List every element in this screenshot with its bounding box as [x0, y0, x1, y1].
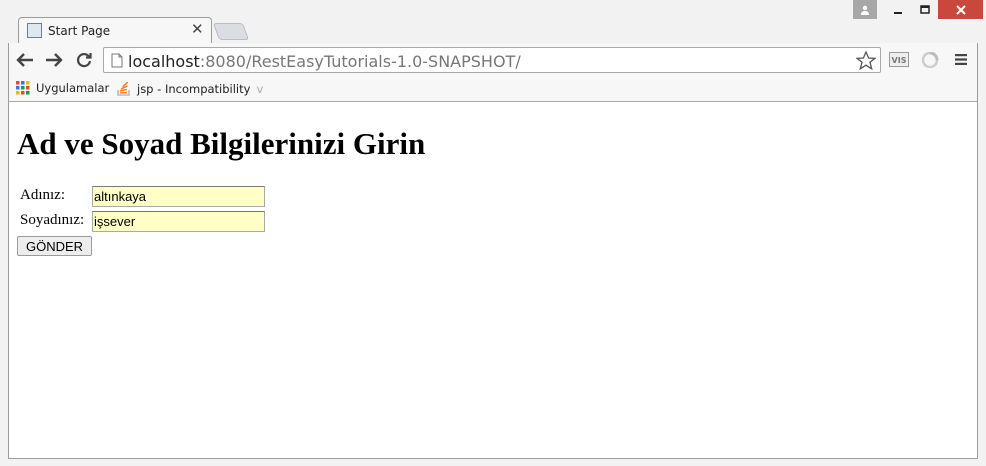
- last-name-input[interactable]: [92, 211, 265, 232]
- address-bar[interactable]: localhost:8080/RestEasyTutorials-1.0-SNA…: [103, 47, 881, 73]
- apps-grid-icon: [16, 81, 30, 95]
- bookmark-jsp[interactable]: jsp - Incompatibility v: [117, 81, 263, 96]
- vis-extension-icon: VIS: [889, 52, 909, 67]
- hamburger-menu-icon: [955, 54, 967, 65]
- extension-button[interactable]: [921, 51, 939, 73]
- tab-close-icon[interactable]: ✕: [191, 22, 204, 38]
- tab-start-page[interactable]: Start Page ✕: [18, 17, 212, 44]
- bookmark-apps[interactable]: Uygulamalar: [16, 81, 109, 95]
- submit-button[interactable]: GÖNDER: [17, 236, 92, 256]
- maximize-icon: [919, 4, 930, 14]
- new-tab-button[interactable]: [212, 23, 250, 40]
- stackoverflow-icon: [117, 81, 130, 96]
- reload-icon: [76, 53, 92, 68]
- forward-arrow-icon: [46, 53, 63, 67]
- forward-button[interactable]: [44, 50, 64, 70]
- tab-title: Start Page: [48, 24, 111, 38]
- extension-vis-button[interactable]: VIS: [889, 52, 909, 73]
- page-favicon-icon: [27, 23, 42, 38]
- minimize-button[interactable]: [884, 0, 911, 19]
- ext1-label: VIS: [892, 56, 907, 65]
- title-bar: Start Page ✕: [0, 0, 986, 44]
- page-icon: [111, 53, 123, 68]
- url-text: localhost:8080/RestEasyTutorials-1.0-SNA…: [128, 52, 521, 71]
- maximize-button[interactable]: [911, 0, 938, 19]
- bookmark-jsp-label: jsp - Incompatibility: [137, 81, 251, 96]
- user-icon: [861, 5, 869, 15]
- toolbar: localhost:8080/RestEasyTutorials-1.0-SNA…: [8, 43, 978, 77]
- back-button[interactable]: [15, 50, 35, 70]
- first-name-input[interactable]: [92, 186, 265, 207]
- bookmark-jsp-overflow: v: [256, 81, 264, 96]
- chrome-menu-button[interactable]: [954, 53, 968, 71]
- last-name-label: Soyadınız:: [20, 212, 85, 228]
- bookmark-apps-label: Uygulamalar: [36, 81, 110, 95]
- url-path: :8080/RestEasyTutorials-1.0-SNAPSHOT/: [199, 52, 521, 71]
- close-window-button[interactable]: [938, 0, 983, 19]
- url-host: localhost: [128, 52, 200, 71]
- reload-button[interactable]: [74, 50, 94, 70]
- first-name-label: Adınız:: [20, 187, 65, 203]
- profile-button[interactable]: [853, 0, 877, 19]
- back-arrow-icon: [16, 53, 33, 67]
- page-content: Ad ve Soyad Bilgilerinizi Girin Adınız: …: [8, 102, 978, 459]
- page-heading: Ad ve Soyad Bilgilerinizi Girin: [17, 126, 426, 161]
- extension-swirl-icon: [921, 51, 939, 69]
- close-icon: [955, 4, 966, 15]
- bookmark-star-icon[interactable]: [856, 51, 876, 70]
- bookmarks-bar: Uygulamalar jsp - Incompatibility v: [8, 77, 978, 102]
- minimize-icon: [893, 11, 902, 14]
